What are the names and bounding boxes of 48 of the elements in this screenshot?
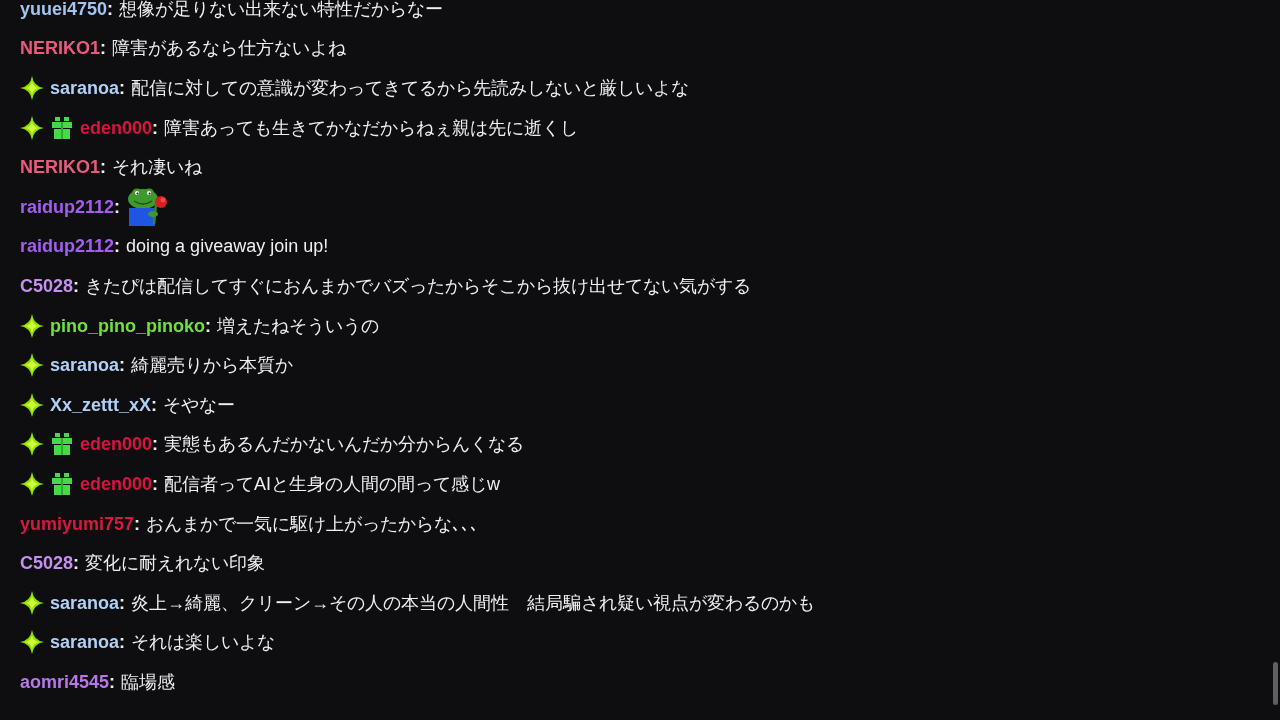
username[interactable]: aomri4545:: [20, 670, 116, 693]
username[interactable]: yumiyumi757:: [20, 512, 141, 535]
message-text: おんまかで一気に駆け上がったからな､､､: [146, 512, 480, 535]
username[interactable]: Xx_zettt_xX:: [50, 393, 158, 416]
sparkle-badge-icon: [20, 353, 44, 378]
username[interactable]: saranoa:: [50, 77, 126, 99]
username[interactable]: saranoa:: [50, 354, 126, 377]
message-text: 実態もあるんだかないんだか分からんくなる: [164, 433, 525, 456]
message-text: 配信に対しての意識が変わってきてるから先読みしないと厳しいよな: [131, 77, 690, 99]
sparkle-badge-icon: [20, 115, 44, 140]
sparkle-badge-icon: [20, 471, 44, 496]
message-text: そやなー: [163, 393, 236, 416]
username[interactable]: eden000:: [80, 433, 159, 456]
sparkle-badge-icon: [20, 590, 44, 615]
username[interactable]: eden000:: [80, 472, 159, 495]
sparkle-badge-icon: [20, 392, 44, 417]
username[interactable]: NERIKO1:: [20, 156, 106, 179]
username[interactable]: saranoa:: [50, 591, 126, 614]
username[interactable]: raidup2112:: [20, 235, 121, 258]
username[interactable]: NERIKO1:: [20, 37, 106, 60]
message-text: 障害があるなら仕方ないよね: [112, 37, 346, 60]
username[interactable]: yuuei4750:: [20, 0, 114, 20]
message-text: 綺麗売りから本質か: [131, 354, 294, 377]
gift-icon: [52, 116, 72, 139]
message-text: 炎上→綺麗、クリーン→その人の本当の人間性 結局騙され疑い視点が変わるのかも: [131, 591, 816, 614]
message-text: それは楽しいよな: [131, 631, 276, 654]
message-text: 変化に耐えれない印象: [85, 552, 266, 575]
message-text: 障害あっても生きてかなだからねぇ親は先に逝くし: [164, 116, 579, 139]
username[interactable]: pino_pino_pinoko:: [50, 314, 211, 337]
message-text: 配信者ってAIと生身の人間の間って感じw: [164, 472, 501, 495]
gift-icon: [52, 433, 72, 456]
message-text: それ凄いね: [112, 156, 202, 179]
message-text: doing a giveaway join up!: [126, 235, 329, 258]
sparkle-badge-icon: [20, 76, 44, 100]
sparkle-badge-icon: [20, 432, 44, 457]
username[interactable]: raidup2112:: [20, 195, 121, 218]
username[interactable]: C5028:: [20, 274, 80, 297]
scrollbar-thumb[interactable]: [1273, 662, 1278, 705]
message-text: 臨場感: [121, 670, 176, 693]
username[interactable]: C5028:: [20, 552, 80, 575]
username[interactable]: eden000:: [80, 116, 159, 139]
gift-icon: [52, 472, 72, 495]
message-text: きたぴは配信してすぐにおんまかでバズったからそこから抜け出せてない気がする: [85, 274, 752, 297]
sparkle-badge-icon: [20, 630, 44, 655]
message-text: 想像が足りない出来ない特性だからなー: [119, 0, 444, 20]
sparkle-badge-icon: [20, 313, 44, 338]
username[interactable]: saranoa:: [50, 631, 126, 654]
message-text: 増えたねそういうの: [217, 314, 379, 337]
